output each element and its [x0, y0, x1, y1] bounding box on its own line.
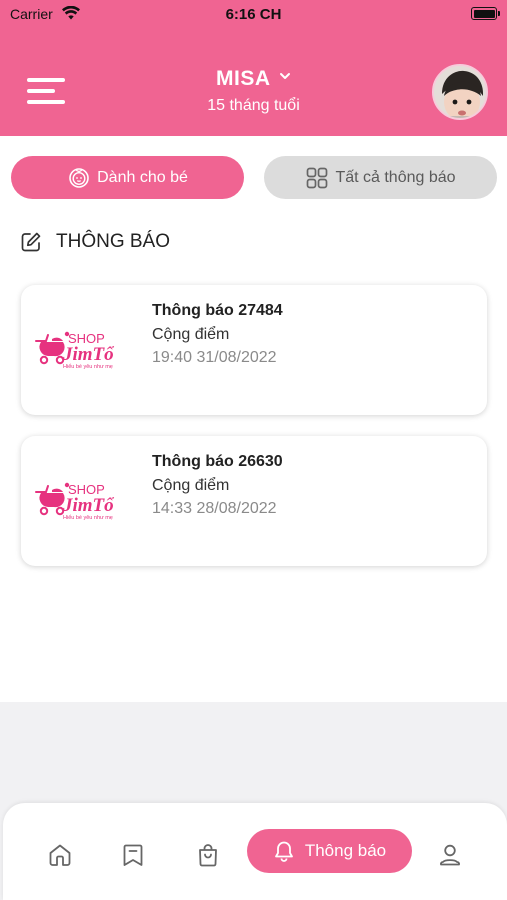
notification-title: Thông báo 27484	[152, 302, 283, 319]
notification-card[interactable]: SHOP JimTổ Hiểu bé yêu như mẹ Thông báo …	[21, 436, 487, 566]
battery-icon	[471, 7, 500, 20]
child-selector[interactable]: MISA	[0, 67, 507, 91]
section-header: THÔNG BÁO	[20, 231, 170, 253]
app-header: Carrier 6:16 CH MISA 15 tháng tuổi	[0, 0, 507, 136]
tab-all-notifications-label: Tất cả thông báo	[335, 168, 456, 186]
shop-logo-icon: SHOP JimTổ Hiểu bé yêu như mẹ	[35, 482, 114, 521]
bell-icon	[274, 841, 293, 862]
edit-icon	[21, 232, 41, 252]
nav-home[interactable]	[38, 833, 82, 877]
chevron-down-icon	[279, 73, 290, 79]
notification-time: 19:40 31/08/2022	[152, 349, 277, 366]
home-icon	[49, 844, 71, 866]
child-age: 15 tháng tuổi	[207, 97, 300, 114]
shopping-bag-icon	[199, 844, 217, 867]
shop-logo-icon: SHOP JimTổ Hiểu bé yêu như mẹ	[35, 331, 114, 370]
notification-type: Cộng điểm	[152, 477, 230, 494]
notification-type: Cộng điểm	[152, 326, 230, 343]
notification-card[interactable]: SHOP JimTổ Hiểu bé yêu như mẹ Thông báo …	[21, 285, 487, 415]
bookmark-icon	[123, 844, 143, 866]
tab-for-baby[interactable]: Dành cho bé	[11, 156, 244, 199]
grid-icon	[307, 167, 328, 188]
status-bar: Carrier 6:16 CH	[0, 0, 507, 30]
bottom-nav: Thông báo	[3, 803, 507, 900]
logo-brand-text: JimTổ	[62, 495, 114, 516]
nav-notifications-label: Thông báo	[304, 841, 387, 860]
tab-for-baby-label: Dành cho bé	[97, 168, 188, 186]
tab-all-notifications[interactable]: Tất cả thông báo	[264, 156, 497, 199]
nav-bookmark[interactable]	[111, 833, 155, 877]
notification-time: 14:33 28/08/2022	[152, 500, 277, 517]
nav-shopping[interactable]	[186, 833, 230, 877]
logo-tagline-text: Hiểu bé yêu như mẹ	[63, 363, 113, 370]
clock-label: 6:16 CH	[225, 6, 282, 23]
nav-notifications[interactable]: Thông báo	[247, 829, 412, 873]
notification-title: Thông báo 26630	[152, 453, 283, 470]
logo-brand-text: JimTổ	[62, 344, 114, 365]
nav-profile[interactable]	[428, 833, 472, 877]
child-name: MISA	[216, 67, 271, 90]
logo-tagline-text: Hiểu bé yêu như mẹ	[63, 514, 113, 521]
main-content: Dành cho bé Tất cả thông báo THÔNG BÁO S…	[0, 136, 507, 702]
user-icon	[440, 844, 460, 866]
avatar[interactable]	[432, 64, 488, 120]
section-title: THÔNG BÁO	[56, 231, 171, 252]
baby-face-icon	[69, 167, 89, 188]
